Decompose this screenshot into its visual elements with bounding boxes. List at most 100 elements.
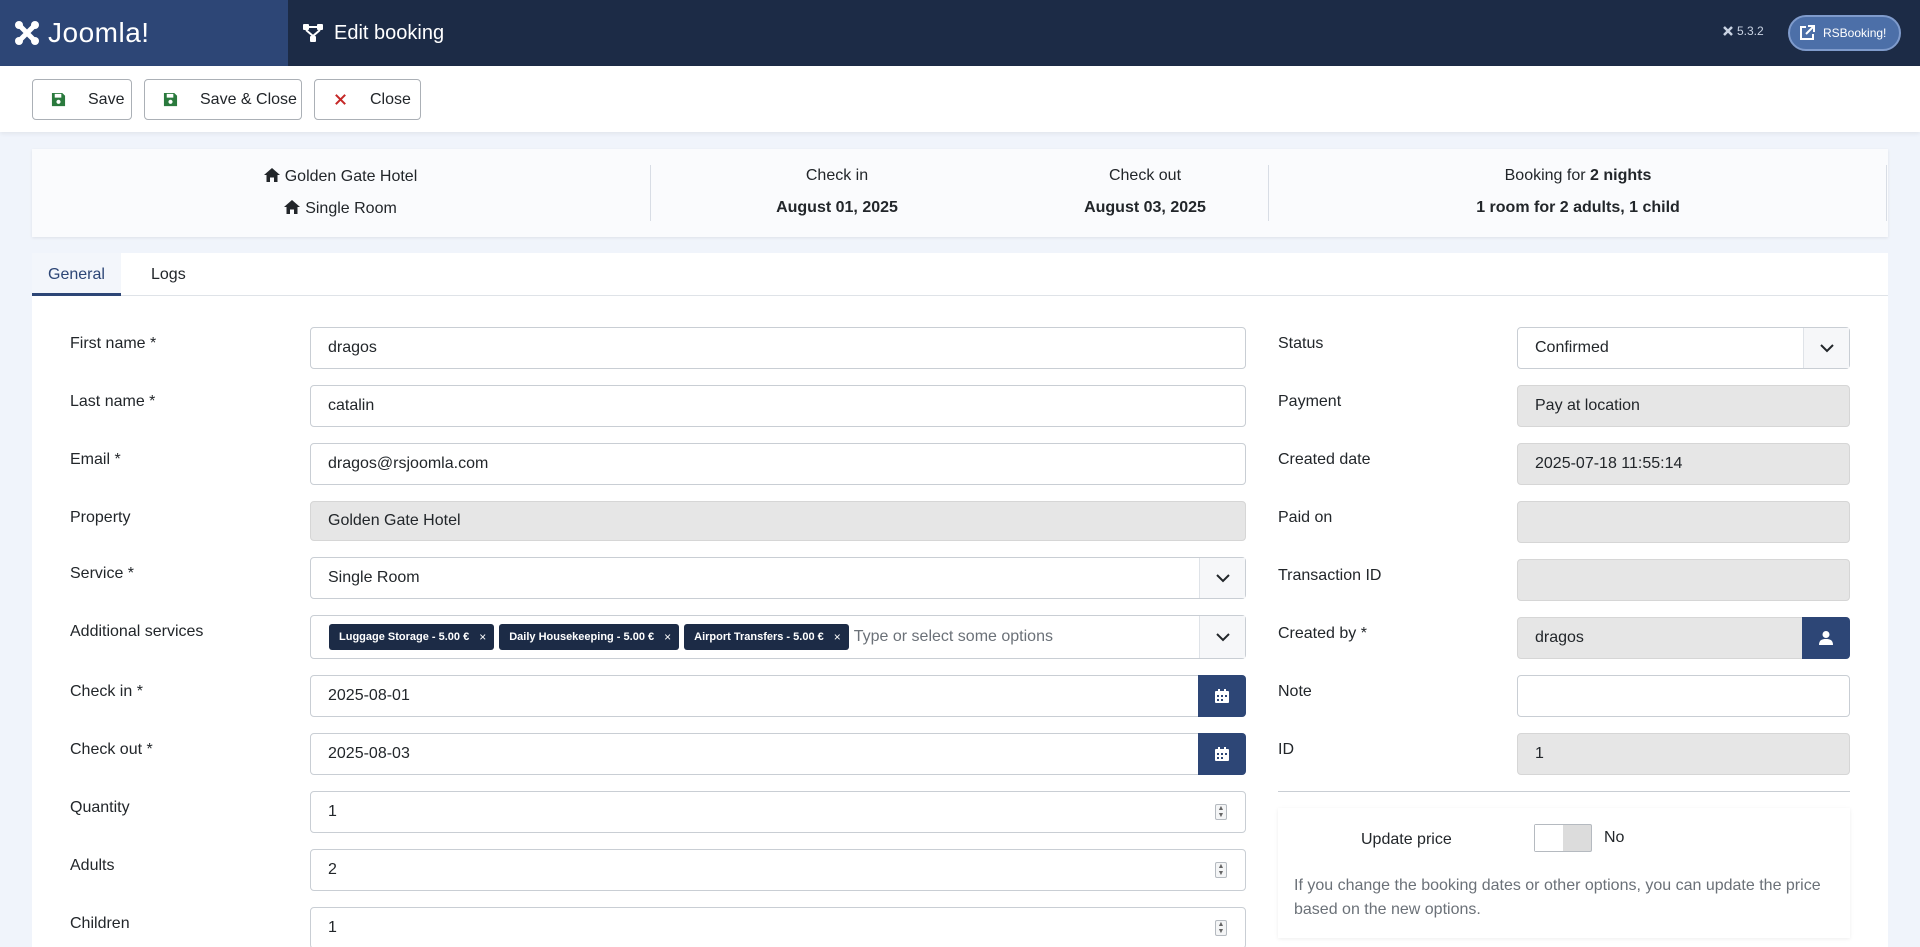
summary-divider [1268,165,1269,221]
tab-bar: General Logs [32,253,1888,296]
tab-logs[interactable]: Logs [135,253,202,296]
close-button[interactable]: Close [314,79,421,120]
paid-on-input [1517,501,1850,543]
first-name-input[interactable]: dragos [310,327,1246,369]
adults-label: Adults [70,857,115,874]
chevron-down-icon[interactable] [1199,558,1245,598]
toolbar: Save Save & Close Close [0,66,1920,132]
id-input: 1 [1517,733,1850,775]
children-value: 1 [328,919,337,936]
save-button[interactable]: Save [32,79,132,120]
service-chip: Daily Housekeeping - 5.00 € × [499,624,680,650]
email-label: Email * [70,451,121,468]
status-select[interactable]: Confirmed [1517,327,1850,369]
quantity-value: 1 [328,803,337,820]
calendar-button[interactable] [1198,675,1246,717]
children-label: Children [70,915,130,932]
spinner-icon[interactable]: ▲ ▼ [1215,862,1227,878]
service-chip: Airport Transfers - 5.00 € × [684,624,849,650]
tab-general[interactable]: General [32,253,121,296]
email-input[interactable]: dragos@rsjoomla.com [310,443,1246,485]
remove-chip-icon[interactable]: × [479,630,486,644]
note-label: Note [1278,683,1312,700]
service-select[interactable]: Single Room [310,557,1246,599]
spinner-icon[interactable]: ▲ ▼ [1215,920,1227,936]
summary-checkin-value: August 01, 2025 [776,199,898,216]
page-title-text: Edit booking [334,21,445,44]
save-close-button[interactable]: Save & Close [144,79,302,120]
save-icon [51,92,66,107]
select-user-button[interactable] [1802,617,1850,659]
adults-value: 2 [328,861,337,878]
check-in-input[interactable]: 2025-08-01 [310,675,1246,717]
service-chip: Luggage Storage - 5.00 € × [329,624,495,650]
additional-services-select[interactable]: Luggage Storage - 5.00 € × Daily Housekee… [310,615,1246,659]
joomla-small-icon [1723,26,1733,36]
spinner-icon[interactable]: ▲ ▼ [1215,804,1227,820]
summary-divider [650,165,651,221]
save-label: Save [88,90,125,108]
update-price-toggle[interactable] [1534,824,1592,852]
divider [1278,791,1850,792]
check-in-value: 2025-08-01 [328,687,410,704]
created-by-label: Created by * [1278,625,1367,642]
diagram-icon [303,24,323,42]
transaction-id-label: Transaction ID [1278,567,1382,584]
brand-name: Joomla! [48,17,150,48]
version-text: 5.3.2 [1737,24,1764,38]
payment-input: Pay at location [1517,385,1850,427]
joomla-logo-icon [15,21,39,45]
chevron-down-icon[interactable] [1199,616,1245,658]
additional-services-placeholder[interactable]: Type or select some options [854,628,1053,646]
summary-checkout-label: Check out [1108,167,1182,184]
calendar-button[interactable] [1198,733,1246,775]
top-header: Joomla! Edit booking 5.3.2 RSBooking! [0,0,1920,66]
summary-nights: Booking for 2 nights [1270,167,1886,185]
last-name-input[interactable]: catalin [310,385,1246,427]
summary-hotel: Golden Gate Hotel [32,167,648,186]
summary-room: Single Room [32,199,648,218]
chevron-down-icon[interactable] [1803,328,1849,368]
booking-summary: Golden Gate Hotel Single Room Check in A… [32,149,1888,237]
service-label: Service * [70,565,135,582]
calendar-icon [1215,747,1229,761]
nights-value: 2 nights [1590,167,1652,184]
check-out-input[interactable]: 2025-08-03 [310,733,1246,775]
note-input[interactable] [1517,675,1850,717]
first-name-label: First name * [70,335,157,352]
created-by-value: dragos [1535,629,1584,646]
summary-checkout-value: August 03, 2025 [1084,199,1206,216]
site-link-button[interactable]: RSBooking! [1788,15,1901,51]
check-in-label: Check in * [70,683,143,700]
update-price-help: If you change the booking dates or other… [1294,877,1821,918]
created-by-input: dragos [1517,617,1850,659]
external-link-icon [1800,25,1815,40]
children-stepper[interactable]: 1 ▲ ▼ [310,907,1246,947]
remove-chip-icon[interactable]: × [834,630,841,644]
payment-label: Payment [1278,393,1342,410]
home-icon [263,168,280,182]
status-label: Status [1278,335,1324,352]
toggle-knob [1535,825,1563,851]
check-out-label: Check out * [70,741,153,758]
last-name-label: Last name * [70,393,156,410]
created-date-input: 2025-07-18 11:55:14 [1517,443,1850,485]
check-out-value: 2025-08-03 [328,745,410,762]
update-price-state: No [1604,829,1625,846]
remove-chip-icon[interactable]: × [664,630,671,644]
calendar-icon [1215,689,1229,703]
paid-on-label: Paid on [1278,509,1333,526]
id-label: ID [1278,741,1294,758]
created-date-label: Created date [1278,451,1371,468]
quantity-stepper[interactable]: 1 ▲ ▼ [310,791,1246,833]
service-value: Single Room [328,569,420,586]
home-icon [284,200,301,214]
close-label: Close [370,90,411,108]
summary-occupancy: 1 room for 2 adults, 1 child [1476,199,1680,216]
save-close-label: Save & Close [200,90,297,108]
booking-for-label: Booking for [1504,167,1586,184]
joomla-logo[interactable]: Joomla! [0,0,288,66]
adults-stepper[interactable]: 2 ▲ ▼ [310,849,1246,891]
save-icon [163,92,178,107]
page-title: Edit booking [302,0,444,66]
